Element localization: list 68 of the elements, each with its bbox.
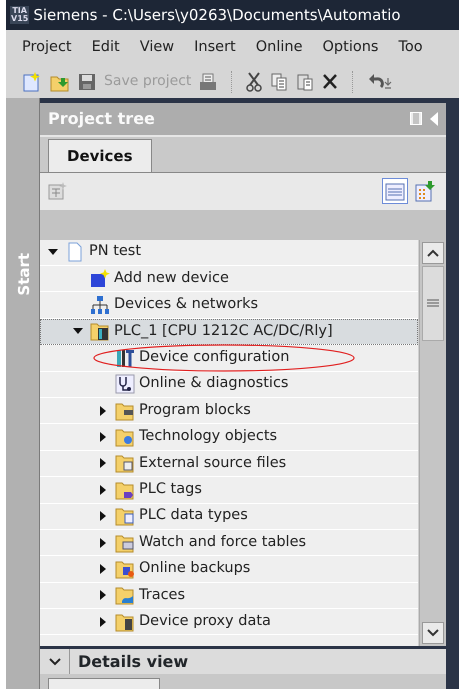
tree-item[interactable]: Program blocks (139, 400, 251, 422)
menu-item[interactable]: Edit (92, 36, 120, 58)
folder-icon (115, 532, 135, 553)
panel-title: Details view (77, 650, 188, 673)
folder-icon (115, 453, 135, 474)
tree-item[interactable]: Online & diagnostics (139, 373, 288, 396)
expand-arrow[interactable] (100, 616, 106, 627)
chevron-up-icon (427, 248, 440, 257)
menu-item[interactable]: View (140, 36, 174, 58)
delete-icon[interactable] (322, 72, 338, 92)
expand-arrow[interactable] (100, 511, 106, 522)
new-project-icon[interactable] (22, 72, 42, 92)
expand-arrow[interactable] (100, 432, 106, 442)
add-device-icon (90, 268, 110, 289)
menu-item[interactable]: Online (256, 36, 303, 58)
add-device-icon[interactable] (48, 181, 68, 202)
tree-item[interactable]: Add new device (114, 268, 229, 290)
folder-icon (115, 427, 135, 448)
layout-icon[interactable] (410, 112, 422, 126)
plc-folder-icon (90, 321, 110, 342)
tree-item[interactable]: External source files (139, 452, 286, 474)
tree-item[interactable]: PN test (89, 241, 142, 264)
chevron-down-icon (427, 629, 440, 638)
undo-icon[interactable] (367, 72, 394, 92)
menu-item[interactable]: Options (322, 36, 378, 58)
expand-arrow[interactable] (100, 564, 106, 574)
folder-icon (115, 506, 135, 526)
menu-item[interactable]: Too (398, 36, 423, 58)
expand-arrow[interactable] (100, 590, 106, 600)
chevron-down-icon[interactable] (48, 658, 60, 666)
list-view-icon[interactable] (382, 178, 408, 204)
panel-title: Project tree (48, 108, 155, 130)
tree-item[interactable]: Online backups (139, 558, 250, 580)
paste-icon[interactable] (296, 72, 314, 92)
collapse-arrow[interactable] (48, 249, 58, 256)
menu-item[interactable]: Project (22, 36, 72, 58)
devices-tab[interactable]: Devices (48, 139, 152, 172)
tree-item[interactable]: Technology objects (139, 426, 278, 448)
tree-item[interactable]: Device proxy data (139, 610, 271, 633)
scroll-down-button[interactable] (422, 622, 444, 644)
scroll-up-button[interactable] (422, 242, 444, 264)
cut-icon[interactable] (246, 72, 262, 92)
folder-icon (115, 480, 135, 500)
expand-arrow[interactable] (100, 538, 106, 548)
folder-icon (115, 585, 135, 606)
folder-icon (115, 559, 135, 579)
expand-arrow[interactable] (100, 406, 106, 416)
print-icon[interactable] (199, 72, 218, 92)
scroll-thumb[interactable] (422, 266, 444, 341)
details-tab[interactable] (48, 678, 160, 689)
tree-item[interactable]: Watch and force tables (139, 532, 306, 554)
app-logo: TIA V15 (10, 6, 30, 24)
folder-icon (115, 400, 135, 421)
window-title: Siemens - C:\Users\y0263\Documents\Automatio (33, 4, 401, 26)
save-icon[interactable] (78, 72, 96, 92)
folder-icon (115, 612, 135, 632)
device-config-icon (115, 348, 135, 368)
expand-arrow[interactable] (100, 458, 106, 468)
tree-item[interactable]: Traces (139, 584, 186, 606)
tree-item[interactable]: Devices & networks (114, 294, 258, 316)
expand-arrow[interactable] (100, 484, 106, 495)
stethoscope-icon (115, 374, 135, 394)
collapse-arrow[interactable] (72, 328, 82, 334)
network-icon (90, 295, 110, 316)
copy-icon[interactable] (270, 72, 288, 92)
tree-item[interactable]: PLC tags (139, 478, 202, 501)
tree-item[interactable]: PLC data types (139, 505, 248, 528)
menu-item[interactable]: Insert (194, 36, 236, 58)
